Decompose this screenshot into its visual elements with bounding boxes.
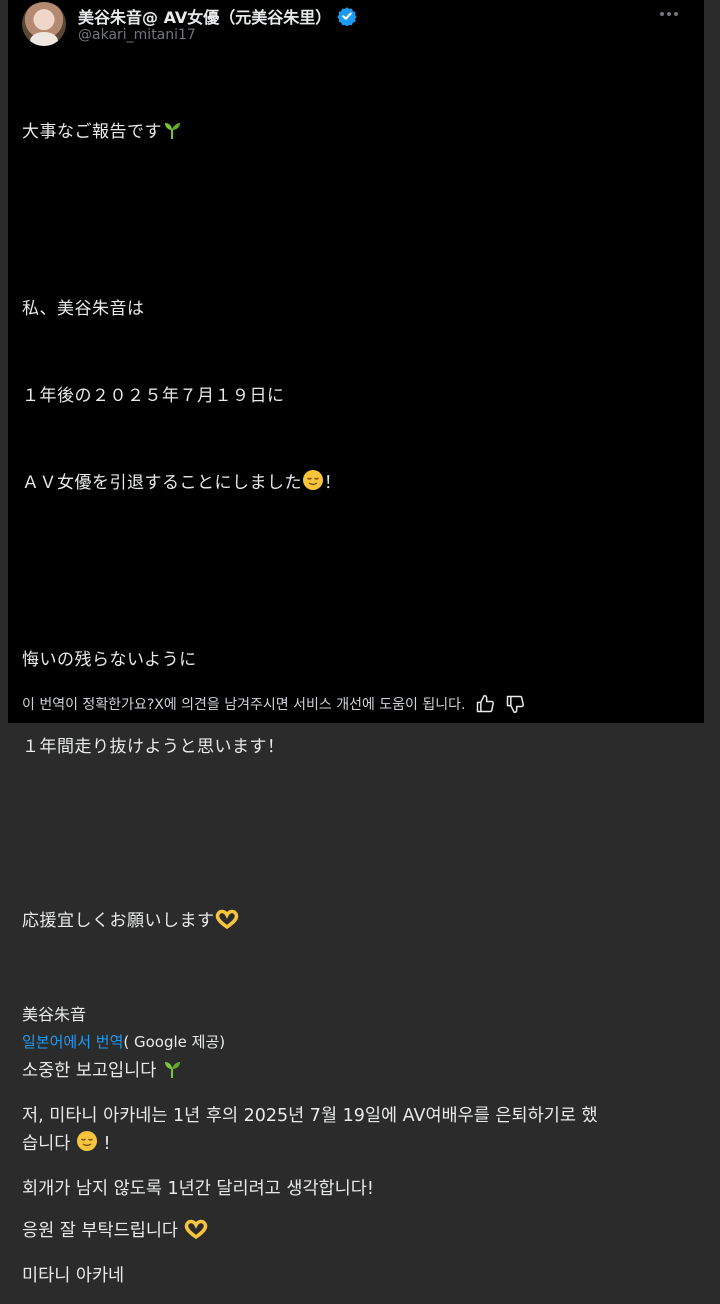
translation-feedback: 이 번역이 정확한가요?X에 의견을 남겨주시면 서비스 개선에 도움이 됩니다… bbox=[22, 694, 525, 714]
post-body: 大事なご報告です 私、美谷朱音は １年後の２０２５年７月１９日に ＡＶ女優を引退… bbox=[22, 60, 692, 1304]
feedback-text: 이 번역이 정확한가요?X에 의견을 남겨주시면 서비스 개선에 도움이 됩니다… bbox=[22, 697, 466, 713]
seedling-emoji bbox=[162, 120, 182, 150]
relieved-face-emoji bbox=[76, 1130, 98, 1161]
jp-line-2: 私、美谷朱音は bbox=[22, 299, 145, 319]
thumbs-down-icon[interactable] bbox=[505, 694, 525, 714]
jp-line-4: ＡＶ女優を引退することにしました！ bbox=[22, 469, 692, 501]
more-options-icon[interactable] bbox=[656, 8, 682, 20]
user-handle[interactable]: @akari_mitani17 bbox=[78, 27, 196, 43]
ko-paragraph-2: 저, 미타니 아카네는 1년 후의 2025년 7월 19일에 AV여배우를 은… bbox=[22, 1102, 692, 1161]
translation-provider: ( Google 제공) bbox=[123, 1033, 226, 1051]
ko-paragraph-5: 미타니 아카네 bbox=[22, 1266, 125, 1286]
original-text: 大事なご報告です 私、美谷朱音は １年後の２０２５年７月１９日に ＡＶ女優を引退… bbox=[22, 60, 692, 997]
display-name[interactable]: 美谷朱音@ AV女優（元美谷朱里） bbox=[78, 4, 331, 28]
seedling-emoji bbox=[162, 1059, 182, 1088]
name-row: 美谷朱音@ AV女優（元美谷朱里） bbox=[78, 4, 357, 28]
thumbs-up-icon[interactable] bbox=[475, 694, 495, 714]
signature: 美谷朱音 bbox=[22, 1005, 87, 1024]
heart-hands-emoji bbox=[215, 909, 239, 939]
heart-hands-emoji bbox=[184, 1219, 208, 1248]
avatar[interactable] bbox=[22, 2, 66, 46]
jp-line-3: １年後の２０２５年７月１９日に bbox=[22, 386, 285, 406]
translated-text: 소중한 보고입니다 저, 미타니 아카네는 1년 후의 2025년 7월 19일… bbox=[22, 1057, 692, 1290]
translation-attribution: 일본어에서 번역( Google 제공) bbox=[22, 1031, 692, 1053]
ko-paragraph-4: 응원 잘 부탁드립니다 bbox=[22, 1217, 692, 1248]
relieved-face-emoji bbox=[302, 469, 324, 501]
verified-badge-icon bbox=[337, 7, 357, 26]
ko-paragraph-1: 소중한 보고입니다 bbox=[22, 1057, 692, 1088]
post-header: 美谷朱音@ AV女優（元美谷朱里） @akari_mitani17 bbox=[22, 2, 682, 48]
jp-line-7: 応援宜しくお願いします bbox=[22, 907, 692, 939]
jp-line-1: 大事なご報告です bbox=[22, 118, 692, 150]
ko-paragraph-3: 회개가 남지 않도록 1년간 달리려고 생각합니다! bbox=[22, 1179, 374, 1199]
jp-line-6: １年間走り抜けようと思います！ bbox=[22, 737, 285, 757]
screen-frame: 美谷朱音@ AV女優（元美谷朱里） @akari_mitani17 大事なご報告… bbox=[0, 0, 720, 1286]
post-card: 美谷朱音@ AV女優（元美谷朱里） @akari_mitani17 大事なご報告… bbox=[8, 0, 704, 1286]
jp-line-5: 悔いの残らないように bbox=[22, 650, 197, 670]
translation-source-link[interactable]: 일본어에서 번역 bbox=[22, 1033, 123, 1051]
